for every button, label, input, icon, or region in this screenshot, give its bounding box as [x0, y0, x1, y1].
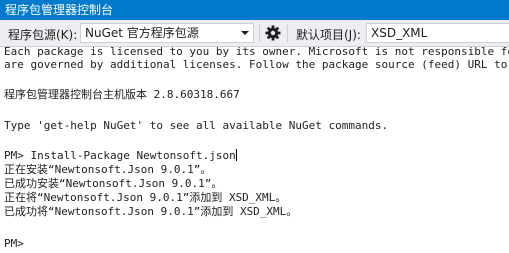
text-cursor: [235, 149, 237, 161]
gear-icon[interactable]: [264, 24, 282, 42]
toolbar-divider: [259, 24, 260, 42]
package-source-value: NuGet 官方程序包源: [85, 26, 199, 40]
package-source-label: 程序包源(K):: [8, 28, 78, 42]
toolbar-divider: [287, 24, 288, 42]
console-line: 正在将“Newtonsoft.Json 9.0.1”添加到 XSD_XML。: [4, 191, 287, 204]
package-source-dropdown[interactable]: NuGet 官方程序包源: [80, 23, 254, 43]
console-line: Type 'get-help NuGet' to see all availab…: [4, 119, 389, 132]
console-line: 已成功安装“Newtonsoft.Json 9.0.1”。: [4, 177, 223, 190]
console-line: 已成功将“Newtonsoft.Json 9.0.1”添加到 XSD_XML。: [4, 205, 298, 218]
console-line: 正在安装“Newtonsoft.Json 9.0.1”。: [4, 163, 212, 176]
default-project-dropdown[interactable]: XSD_XML: [366, 23, 509, 43]
console-line: are governed by additional licenses. Fol…: [4, 58, 508, 71]
console-toolbar: 程序包源(K): NuGet 官方程序包源 默认项目(J): XSD_XML: [0, 20, 509, 47]
console-line: Each package is licensed to you by its o…: [4, 47, 509, 58]
chevron-down-icon[interactable]: [237, 24, 253, 42]
window-title: 程序包管理器控制台: [0, 0, 509, 20]
console-output[interactable]: Each package is licensed to you by its o…: [0, 47, 509, 253]
default-project-label: 默认项目(J):: [296, 28, 361, 42]
console-line: 程序包管理器控制台主机版本 2.8.60318.667: [4, 88, 240, 101]
console-command-text: PM> Install-Package Newtonsoft.json: [4, 149, 236, 162]
console-command-line[interactable]: PM> Install-Package Newtonsoft.json: [4, 149, 237, 162]
console-prompt[interactable]: PM>: [4, 237, 24, 250]
default-project-value: XSD_XML: [371, 26, 428, 40]
